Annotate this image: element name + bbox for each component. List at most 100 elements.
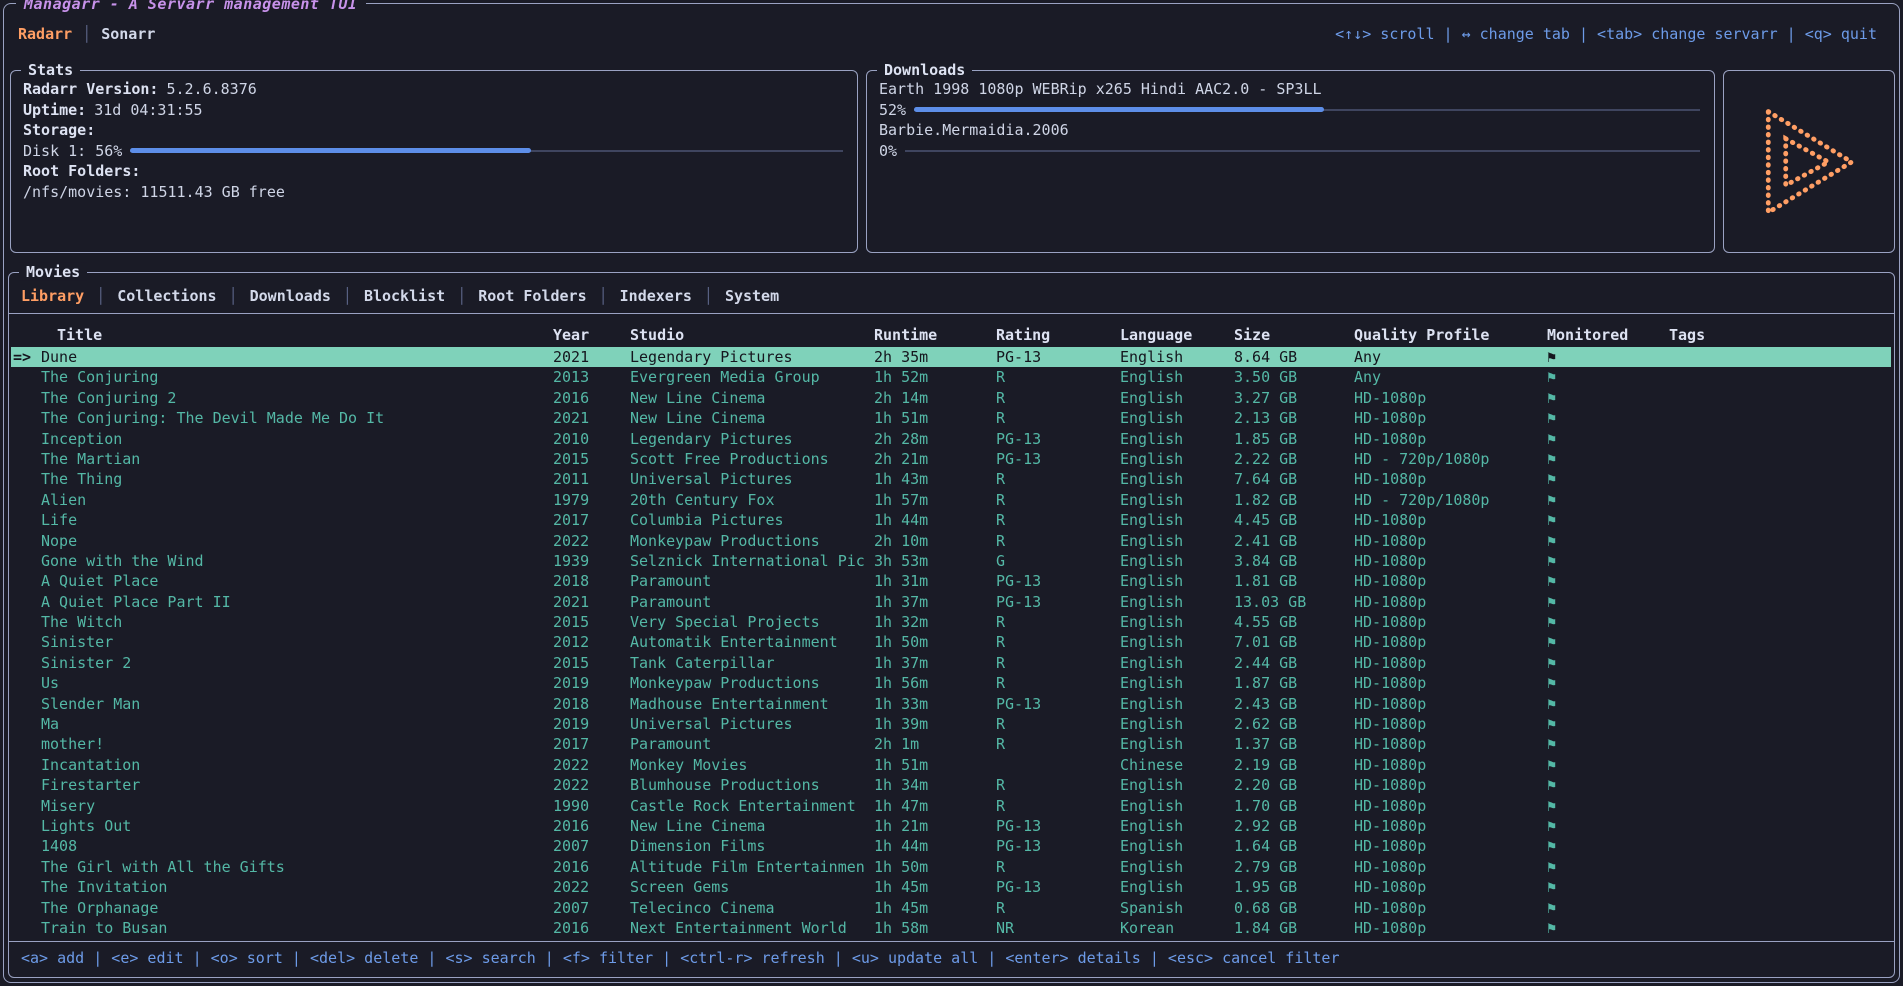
table-row[interactable]: Firestarter2022Blumhouse Productions1h 3… — [11, 775, 1891, 795]
cell-studio: Altitude Film Entertainmen — [630, 857, 872, 877]
cell-runtime: 2h 14m — [874, 388, 928, 408]
tab-separator: │ — [457, 285, 466, 307]
cell-quality-profile: HD-1080p — [1354, 510, 1426, 530]
cell-runtime: 1h 44m — [874, 836, 928, 856]
monitored-flag-icon: ⚑ — [1547, 408, 1556, 428]
table-row[interactable]: The Invitation2022Screen Gems1h 45mPG-13… — [11, 877, 1891, 897]
tab-downloads[interactable]: Downloads — [250, 285, 331, 307]
cell-year: 2007 — [553, 836, 589, 856]
downloads-panel-title: Downloads — [877, 61, 972, 79]
tab-library[interactable]: Library — [21, 285, 84, 307]
table-row[interactable]: Us2019Monkeypaw Productions1h 56mREnglis… — [11, 673, 1891, 693]
cell-rating: R — [996, 632, 1005, 652]
download-progress-bar — [914, 100, 1702, 121]
servarr-tab-radarr[interactable]: Radarr — [18, 24, 72, 44]
cell-size: 1.82 GB — [1234, 490, 1297, 510]
table-row[interactable]: 14082007Dimension Films1h 44mPG-13Englis… — [11, 836, 1891, 856]
progress-track — [905, 150, 1700, 152]
cell-runtime: 2h 21m — [874, 449, 928, 469]
cell-language: Korean — [1120, 918, 1174, 938]
table-row[interactable]: The Girl with All the Gifts2016Altitude … — [11, 857, 1891, 877]
table-row[interactable]: Nope2022Monkeypaw Productions2h 10mREngl… — [11, 531, 1891, 551]
cell-size: 4.45 GB — [1234, 510, 1297, 530]
cell-language: English — [1120, 836, 1183, 856]
tab-indexers[interactable]: Indexers — [620, 285, 692, 307]
cell-rating: PG-13 — [996, 429, 1041, 449]
table-row[interactable]: The Conjuring 22016New Line Cinema2h 14m… — [11, 388, 1891, 408]
table-row[interactable]: =>Dune2021Legendary Pictures2h 35mPG-13E… — [11, 347, 1891, 367]
downloads-body: Earth 1998 1080p WEBRip x265 Hindi AAC2.… — [879, 79, 1702, 246]
cell-year: 2016 — [553, 388, 589, 408]
cell-title: Us — [41, 673, 59, 693]
cell-rating: R — [996, 388, 1005, 408]
servarr-tab-sonarr[interactable]: Sonarr — [101, 24, 155, 44]
cell-title: A Quiet Place — [41, 571, 158, 591]
table-row[interactable]: Life2017Columbia Pictures1h 44mREnglish4… — [11, 510, 1891, 530]
downloads-panel: Downloads Earth 1998 1080p WEBRip x265 H… — [866, 70, 1715, 253]
movies-panel: Movies Library│Collections│Downloads│Blo… — [8, 272, 1895, 978]
table-row[interactable]: Alien197920th Century Fox1h 57mREnglish1… — [11, 490, 1891, 510]
cell-year: 2021 — [553, 408, 589, 428]
cell-title: Incantation — [41, 755, 140, 775]
cell-size: 1.37 GB — [1234, 734, 1297, 754]
tab-system[interactable]: System — [725, 285, 779, 307]
table-row[interactable]: Lights Out2016New Line Cinema1h 21mPG-13… — [11, 816, 1891, 836]
cell-runtime: 1h 32m — [874, 612, 928, 632]
cell-size: 1.84 GB — [1234, 918, 1297, 938]
tab-collections[interactable]: Collections — [117, 285, 216, 307]
monitored-flag-icon: ⚑ — [1547, 449, 1556, 469]
table-row[interactable]: mother!2017Paramount2h 1mREnglish1.37 GB… — [11, 734, 1891, 754]
table-row[interactable]: The Witch2015Very Special Projects1h 32m… — [11, 612, 1891, 632]
cell-size: 0.68 GB — [1234, 898, 1297, 918]
cell-language: English — [1120, 347, 1183, 367]
cell-studio: Blumhouse Productions — [630, 775, 872, 795]
tab-root-folders[interactable]: Root Folders — [478, 285, 586, 307]
table-row[interactable]: Sinister 22015Tank Caterpillar1h 37mREng… — [11, 653, 1891, 673]
cell-size: 2.13 GB — [1234, 408, 1297, 428]
monitored-flag-icon: ⚑ — [1547, 632, 1556, 652]
cell-year: 2015 — [553, 653, 589, 673]
servarr-tabs: Radarr│Sonarr — [18, 24, 155, 44]
cell-runtime: 1h 45m — [874, 898, 928, 918]
monitored-flag-icon: ⚑ — [1547, 918, 1556, 938]
table-row[interactable]: Slender Man2018Madhouse Entertainment1h … — [11, 694, 1891, 714]
table-row[interactable]: Ma2019Universal Pictures1h 39mREnglish2.… — [11, 714, 1891, 734]
cell-runtime: 1h 50m — [874, 857, 928, 877]
table-row[interactable]: A Quiet Place2018Paramount1h 31mPG-13Eng… — [11, 571, 1891, 591]
cell-title: The Orphanage — [41, 898, 158, 918]
table-row[interactable]: Incantation2022Monkey Movies1h 51mChines… — [11, 755, 1891, 775]
cell-rating: R — [996, 490, 1005, 510]
cell-studio: Legendary Pictures — [630, 429, 872, 449]
table-row[interactable]: Sinister2012Automatik Entertainment1h 50… — [11, 632, 1891, 652]
table-row[interactable]: Inception2010Legendary Pictures2h 28mPG-… — [11, 429, 1891, 449]
table-row[interactable]: The Conjuring2013Evergreen Media Group1h… — [11, 367, 1891, 387]
table-row[interactable]: The Martian2015Scott Free Productions2h … — [11, 449, 1891, 469]
movies-panel-title: Movies — [19, 263, 87, 281]
uptime-label: Uptime: — [23, 100, 86, 121]
monitored-flag-icon: ⚑ — [1547, 429, 1556, 449]
table-row[interactable]: The Thing2011Universal Pictures1h 43mREn… — [11, 469, 1891, 489]
cell-size: 2.62 GB — [1234, 714, 1297, 734]
cell-studio: Paramount — [630, 592, 872, 612]
cell-year: 2021 — [553, 347, 589, 367]
cell-runtime: 3h 53m — [874, 551, 928, 571]
tab-blocklist[interactable]: Blocklist — [364, 285, 445, 307]
table-row[interactable]: The Orphanage2007Telecinco Cinema1h 45mR… — [11, 898, 1891, 918]
cell-language: English — [1120, 490, 1183, 510]
download-progress-bar — [905, 141, 1702, 162]
table-row[interactable]: Gone with the Wind1939Selznick Internati… — [11, 551, 1891, 571]
cell-size: 13.03 GB — [1234, 592, 1306, 612]
monitored-flag-icon: ⚑ — [1547, 592, 1556, 612]
monitored-flag-icon: ⚑ — [1547, 836, 1556, 856]
cell-language: English — [1120, 694, 1183, 714]
cell-quality-profile: Any — [1354, 367, 1381, 387]
stats-body: Radarr Version: 5.2.6.8376 Uptime: 31d 0… — [23, 79, 845, 246]
cell-title: The Martian — [41, 449, 140, 469]
bottom-help-bar: <a> add | <e> edit | <o> sort | <del> de… — [21, 943, 1340, 973]
table-row[interactable]: The Conjuring: The Devil Made Me Do It20… — [11, 408, 1891, 428]
table-row[interactable]: Misery1990Castle Rock Entertainment1h 47… — [11, 796, 1891, 816]
column-header-title: Title — [57, 325, 102, 346]
table-row[interactable]: Train to Busan2016Next Entertainment Wor… — [11, 918, 1891, 938]
cell-quality-profile: HD-1080p — [1354, 796, 1426, 816]
table-row[interactable]: A Quiet Place Part II2021Paramount1h 37m… — [11, 592, 1891, 612]
